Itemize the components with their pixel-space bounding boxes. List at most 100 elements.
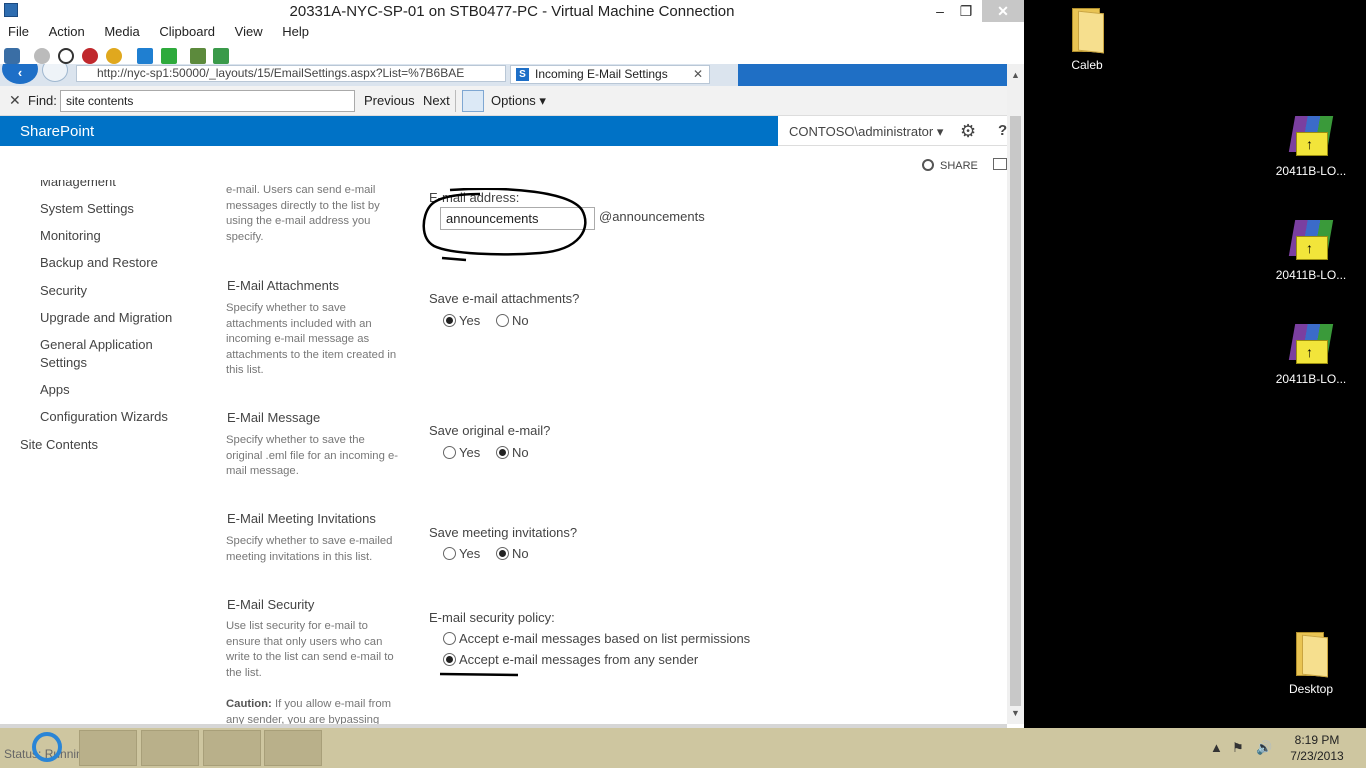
meetings-no-label: No xyxy=(512,546,529,561)
attachments-yes-radio[interactable] xyxy=(443,314,456,327)
start-icon[interactable] xyxy=(34,48,50,64)
nav-monitoring[interactable]: Monitoring xyxy=(40,228,101,243)
close-button[interactable]: ✕ xyxy=(982,0,1024,22)
menu-action[interactable]: Action xyxy=(49,24,85,39)
sharepoint-brand[interactable]: SharePoint xyxy=(20,123,94,140)
vertical-scrollbar[interactable]: ▲ ▼ xyxy=(1007,64,1024,724)
nav-general-application-settings[interactable]: Settings xyxy=(40,355,87,370)
folder-icon xyxy=(1294,632,1328,678)
menu-help[interactable]: Help xyxy=(282,24,309,39)
minimize-button[interactable]: – xyxy=(926,0,954,22)
forward-arrow-icon[interactable] xyxy=(42,64,68,82)
desktop-icon-archive-2[interactable]: ↑ 20411B-LO... xyxy=(1271,216,1351,282)
security-question: E-mail security policy: xyxy=(429,610,555,625)
attachments-no-radio[interactable] xyxy=(496,314,509,327)
nav-management[interactable]: Management xyxy=(40,180,116,189)
find-next-button[interactable]: Next xyxy=(423,93,450,108)
message-description: Specify whether to save the original .em… xyxy=(226,434,399,477)
focus-content-icon[interactable] xyxy=(993,158,1007,170)
internet-explorer-icon[interactable] xyxy=(32,732,62,762)
action-center-flag-icon[interactable]: ⚑ xyxy=(1232,740,1244,756)
nav-apps[interactable]: Apps xyxy=(40,382,70,397)
back-arrow-icon[interactable]: ‹ xyxy=(2,64,38,84)
share-bar: SHARE xyxy=(0,146,1007,180)
desktop-icon-desktop[interactable]: Desktop xyxy=(1271,632,1351,696)
message-no-radio[interactable] xyxy=(496,446,509,459)
find-previous-button[interactable]: Previous xyxy=(364,93,415,108)
user-menu[interactable]: CONTOSO\administrator ▾ xyxy=(789,124,943,140)
caution-label: Caution: xyxy=(226,698,272,710)
volume-icon[interactable]: 🔊 xyxy=(1256,740,1272,756)
nav-upgrade-migration[interactable]: Upgrade and Migration xyxy=(40,310,172,325)
nav-site-contents[interactable]: Site Contents xyxy=(20,437,98,452)
revert-icon[interactable] xyxy=(213,48,229,64)
desktop-icon-archive-3[interactable]: ↑ 20411B-LO... xyxy=(1271,320,1351,386)
meetings-description: Specify whether to save e-mailed meeting… xyxy=(226,535,393,563)
nav-system-settings[interactable]: System Settings xyxy=(40,201,134,216)
help-icon[interactable]: ? xyxy=(998,122,1007,139)
find-bar: ✕ Find: Previous Next Options ▾ xyxy=(0,86,1007,116)
browser-tab[interactable]: S Incoming E-Mail Settings ✕ xyxy=(510,65,710,84)
server-manager-icon[interactable] xyxy=(141,730,199,766)
main-content: Management System Settings Monitoring Ba… xyxy=(0,180,1007,724)
archive-icon: ↑ xyxy=(1288,320,1334,366)
turn-off-icon[interactable] xyxy=(58,48,74,64)
menu-media[interactable]: Media xyxy=(104,24,139,39)
address-bar[interactable]: http://nyc-sp1:50000/_layouts/15/EmailSe… xyxy=(76,65,506,82)
file-explorer-icon[interactable] xyxy=(79,730,137,766)
shut-down-icon[interactable] xyxy=(82,48,98,64)
message-yes-label: Yes xyxy=(459,445,481,460)
save-state-icon[interactable] xyxy=(106,48,122,64)
nav-security[interactable]: Security xyxy=(40,283,87,298)
notepad-icon[interactable] xyxy=(203,730,261,766)
browser-tab-strip xyxy=(738,64,1007,86)
firefox-icon[interactable] xyxy=(326,730,384,766)
email-address-suffix: @announcements xyxy=(599,209,705,224)
scroll-thumb[interactable] xyxy=(1010,116,1021,706)
desktop-icon-archive-1[interactable]: ↑ 20411B-LO... xyxy=(1271,112,1351,178)
scroll-down-icon[interactable]: ▼ xyxy=(1011,708,1020,718)
tab-close-icon[interactable]: ✕ xyxy=(693,66,703,83)
nav-general-application[interactable]: General Application xyxy=(40,337,153,352)
reset-icon[interactable] xyxy=(161,48,177,64)
maximize-button[interactable]: ❐ xyxy=(952,0,980,22)
highlight-pencil-icon[interactable] xyxy=(462,90,484,112)
security-caution: Caution: If you allow e-mail from any se… xyxy=(226,697,402,724)
menu-file[interactable]: File xyxy=(8,24,29,39)
taskbar-clock[interactable]: 8:19 PM 7/23/2013 xyxy=(1282,732,1352,764)
meetings-yes-label: Yes xyxy=(459,546,481,561)
meetings-question: Save meeting invitations? xyxy=(429,525,578,540)
vm-title-text: 20331A-NYC-SP-01 on STB0477-PC - Virtual… xyxy=(289,3,735,20)
find-divider xyxy=(455,90,456,112)
find-options-button[interactable]: Options ▾ xyxy=(491,93,546,109)
message-yes-radio[interactable] xyxy=(443,446,456,459)
find-input[interactable] xyxy=(60,90,355,112)
meetings-yes-radio[interactable] xyxy=(443,547,456,560)
show-hidden-icons-icon[interactable]: ▲ xyxy=(1210,740,1223,755)
snapshot-icon[interactable] xyxy=(190,48,206,64)
ctrl-alt-del-icon[interactable] xyxy=(4,48,20,64)
desktop-icon-caleb[interactable]: Caleb xyxy=(1047,8,1127,72)
attachments-no-label: No xyxy=(512,313,529,328)
find-close-icon[interactable]: ✕ xyxy=(9,92,21,109)
attachments-question: Save e-mail attachments? xyxy=(429,291,580,306)
settings-gear-icon[interactable]: ⚙ xyxy=(960,121,976,142)
folder-icon xyxy=(1070,8,1104,54)
share-button[interactable]: SHARE xyxy=(922,159,978,172)
underline-annotation xyxy=(439,672,519,677)
security-any-sender-label: Accept e-mail messages from any sender xyxy=(459,652,699,667)
message-question: Save original e-mail? xyxy=(429,423,551,438)
taskbar: Status: Running ▲ ⚑ 🔊 8:19 PM 7/23/2013 xyxy=(0,728,1366,768)
vm-connection-icon[interactable] xyxy=(264,730,322,766)
scroll-up-icon[interactable]: ▲ xyxy=(1011,70,1020,80)
desktop-icon-archive-3-label: 20411B-LO... xyxy=(1275,372,1347,386)
security-list-permissions-radio[interactable] xyxy=(443,632,456,645)
nav-backup-restore[interactable]: Backup and Restore xyxy=(40,255,158,270)
security-title: E-Mail Security xyxy=(227,597,315,612)
nav-configuration-wizards[interactable]: Configuration Wizards xyxy=(40,409,168,424)
menu-view[interactable]: View xyxy=(235,24,263,39)
meetings-no-radio[interactable] xyxy=(496,547,509,560)
security-any-sender-radio[interactable] xyxy=(443,653,456,666)
pause-icon[interactable] xyxy=(137,48,153,64)
menu-clipboard[interactable]: Clipboard xyxy=(159,24,215,39)
